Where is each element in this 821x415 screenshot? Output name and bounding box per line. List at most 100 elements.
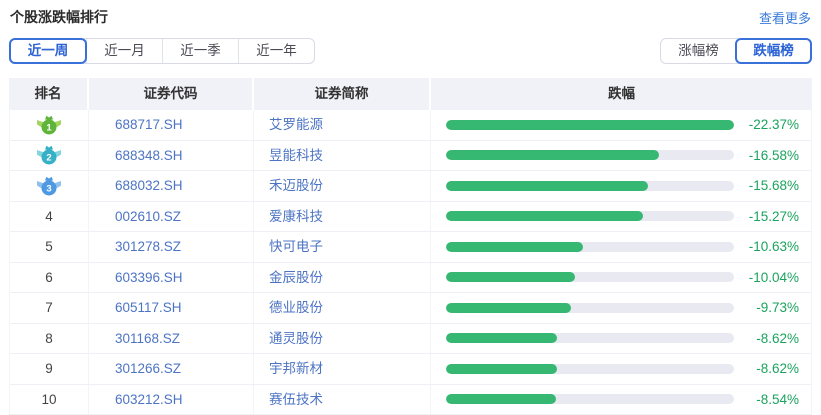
rank-cell: 2 xyxy=(10,141,89,171)
decline-percent: -8.62% xyxy=(734,361,811,376)
table-row[interactable]: 3 688032.SH 禾迈股份 -15.68% xyxy=(10,171,811,202)
widget-header: 个股涨跌幅排行 查看更多 xyxy=(9,6,812,26)
board-toggle-group: 涨幅榜 跌幅榜 xyxy=(660,38,812,64)
stock-ranking-widget: 个股涨跌幅排行 查看更多 近一周 近一月 近一季 近一年 涨幅榜 跌幅榜 排名 … xyxy=(0,0,821,415)
stock-name-link[interactable]: 德业股份 xyxy=(254,293,431,323)
decline-percent: -8.62% xyxy=(734,331,811,346)
tab-last-month[interactable]: 近一月 xyxy=(86,39,162,63)
stock-code-link[interactable]: 603396.SH xyxy=(89,263,254,293)
decline-percent: -10.63% xyxy=(734,239,811,254)
rank-cell: 4 xyxy=(10,202,89,232)
decline-bar xyxy=(446,211,643,221)
rank-cell: 9 xyxy=(10,354,89,384)
page-title: 个股涨跌幅排行 xyxy=(10,7,108,27)
rank-number: 4 xyxy=(45,209,53,224)
decline-bar xyxy=(446,364,557,374)
ranking-table: 排名 证券代码 证券简称 跌幅 1 688717.SH 艾罗能源 xyxy=(9,78,812,415)
rank-number: 10 xyxy=(41,392,56,407)
stock-name-link[interactable]: 爱康科技 xyxy=(254,202,431,232)
stock-code-link[interactable]: 688717.SH xyxy=(89,110,254,140)
decline-bar-track xyxy=(446,333,734,343)
decline-cell: -9.73% xyxy=(431,293,811,323)
stock-code-link[interactable]: 605117.SH xyxy=(89,293,254,323)
decline-cell: -15.27% xyxy=(431,202,811,232)
stock-name-link[interactable]: 快可电子 xyxy=(254,232,431,262)
stock-code-link[interactable]: 301266.SZ xyxy=(89,354,254,384)
rank-number: 5 xyxy=(45,239,53,254)
decline-bar-track xyxy=(446,211,734,221)
rank-cell: 6 xyxy=(10,263,89,293)
stock-name-link[interactable]: 艾罗能源 xyxy=(254,110,431,140)
table-row[interactable]: 5 301278.SZ 快可电子 -10.63% xyxy=(10,232,811,263)
rank-cell: 8 xyxy=(10,324,89,354)
svg-text:2: 2 xyxy=(46,153,51,164)
column-header-decline: 跌幅 xyxy=(431,78,812,110)
tab-last-quarter[interactable]: 近一季 xyxy=(162,39,238,63)
table-row[interactable]: 8 301168.SZ 通灵股份 -8.62% xyxy=(10,324,811,355)
rank-cell: 3 xyxy=(10,171,89,201)
stock-name-link[interactable]: 赛伍技术 xyxy=(254,385,431,415)
stock-name-link[interactable]: 金辰股份 xyxy=(254,263,431,293)
stock-name-link[interactable]: 昱能科技 xyxy=(254,141,431,171)
stock-code-link[interactable]: 688348.SH xyxy=(89,141,254,171)
table-row[interactable]: 1 688717.SH 艾罗能源 -22.37% xyxy=(10,110,811,141)
period-tab-group: 近一周 近一月 近一季 近一年 xyxy=(9,38,315,64)
decline-percent: -9.73% xyxy=(734,300,811,315)
table-row[interactable]: 7 605117.SH 德业股份 -9.73% xyxy=(10,293,811,324)
decline-percent: -10.04% xyxy=(734,270,811,285)
rank-cell: 10 xyxy=(10,385,89,415)
decline-cell: -16.58% xyxy=(431,141,811,171)
decline-bar-track xyxy=(446,303,734,313)
stock-code-link[interactable]: 301168.SZ xyxy=(89,324,254,354)
svg-text:3: 3 xyxy=(46,183,51,194)
rank-number: 6 xyxy=(45,270,53,285)
decline-bar-track xyxy=(446,394,734,404)
decline-percent: -16.58% xyxy=(734,148,811,163)
decline-bar xyxy=(446,394,556,404)
decline-cell: -10.04% xyxy=(431,263,811,293)
table-row[interactable]: 10 603212.SH 赛伍技术 -8.54% xyxy=(10,385,811,415)
stock-name-link[interactable]: 宇邦新材 xyxy=(254,354,431,384)
rank-2-medal-icon: 2 xyxy=(36,144,62,166)
table-row[interactable]: 2 688348.SH 昱能科技 -16.58% xyxy=(10,141,811,172)
rank-number: 9 xyxy=(45,361,53,376)
decline-bar xyxy=(446,120,734,130)
decline-cell: -15.68% xyxy=(431,171,811,201)
toggle-gainers[interactable]: 涨幅榜 xyxy=(661,39,736,63)
tab-last-year[interactable]: 近一年 xyxy=(238,39,314,63)
table-row[interactable]: 9 301266.SZ 宇邦新材 -8.62% xyxy=(10,354,811,385)
table-body: 1 688717.SH 艾罗能源 -22.37% 2 xyxy=(9,110,812,415)
column-header-code: 证券代码 xyxy=(89,78,254,110)
column-header-name: 证券简称 xyxy=(254,78,431,110)
decline-cell: -8.54% xyxy=(431,385,811,415)
decline-bar xyxy=(446,242,583,252)
decline-percent: -15.68% xyxy=(734,178,811,193)
decline-percent: -15.27% xyxy=(734,209,811,224)
stock-name-link[interactable]: 禾迈股份 xyxy=(254,171,431,201)
rank-3-medal-icon: 3 xyxy=(36,175,62,197)
toggle-losers[interactable]: 跌幅榜 xyxy=(735,38,812,64)
decline-bar-track xyxy=(446,120,734,130)
view-more-link[interactable]: 查看更多 xyxy=(759,8,811,27)
stock-code-link[interactable]: 002610.SZ xyxy=(89,202,254,232)
rank-cell: 7 xyxy=(10,293,89,323)
decline-bar-track xyxy=(446,364,734,374)
stock-code-link[interactable]: 603212.SH xyxy=(89,385,254,415)
rank-number: 7 xyxy=(45,300,53,315)
stock-name-link[interactable]: 通灵股份 xyxy=(254,324,431,354)
tab-last-week[interactable]: 近一周 xyxy=(9,38,87,64)
decline-bar-track xyxy=(446,150,734,160)
decline-cell: -22.37% xyxy=(431,110,811,140)
controls-row: 近一周 近一月 近一季 近一年 涨幅榜 跌幅榜 xyxy=(9,38,812,64)
decline-cell: -8.62% xyxy=(431,324,811,354)
rank-1-medal-icon: 1 xyxy=(36,114,62,136)
table-row[interactable]: 6 603396.SH 金辰股份 -10.04% xyxy=(10,263,811,294)
decline-cell: -10.63% xyxy=(431,232,811,262)
rank-cell: 5 xyxy=(10,232,89,262)
decline-bar xyxy=(446,150,659,160)
table-row[interactable]: 4 002610.SZ 爱康科技 -15.27% xyxy=(10,202,811,233)
stock-code-link[interactable]: 688032.SH xyxy=(89,171,254,201)
stock-code-link[interactable]: 301278.SZ xyxy=(89,232,254,262)
column-header-rank: 排名 xyxy=(9,78,89,110)
svg-text:1: 1 xyxy=(46,122,52,133)
